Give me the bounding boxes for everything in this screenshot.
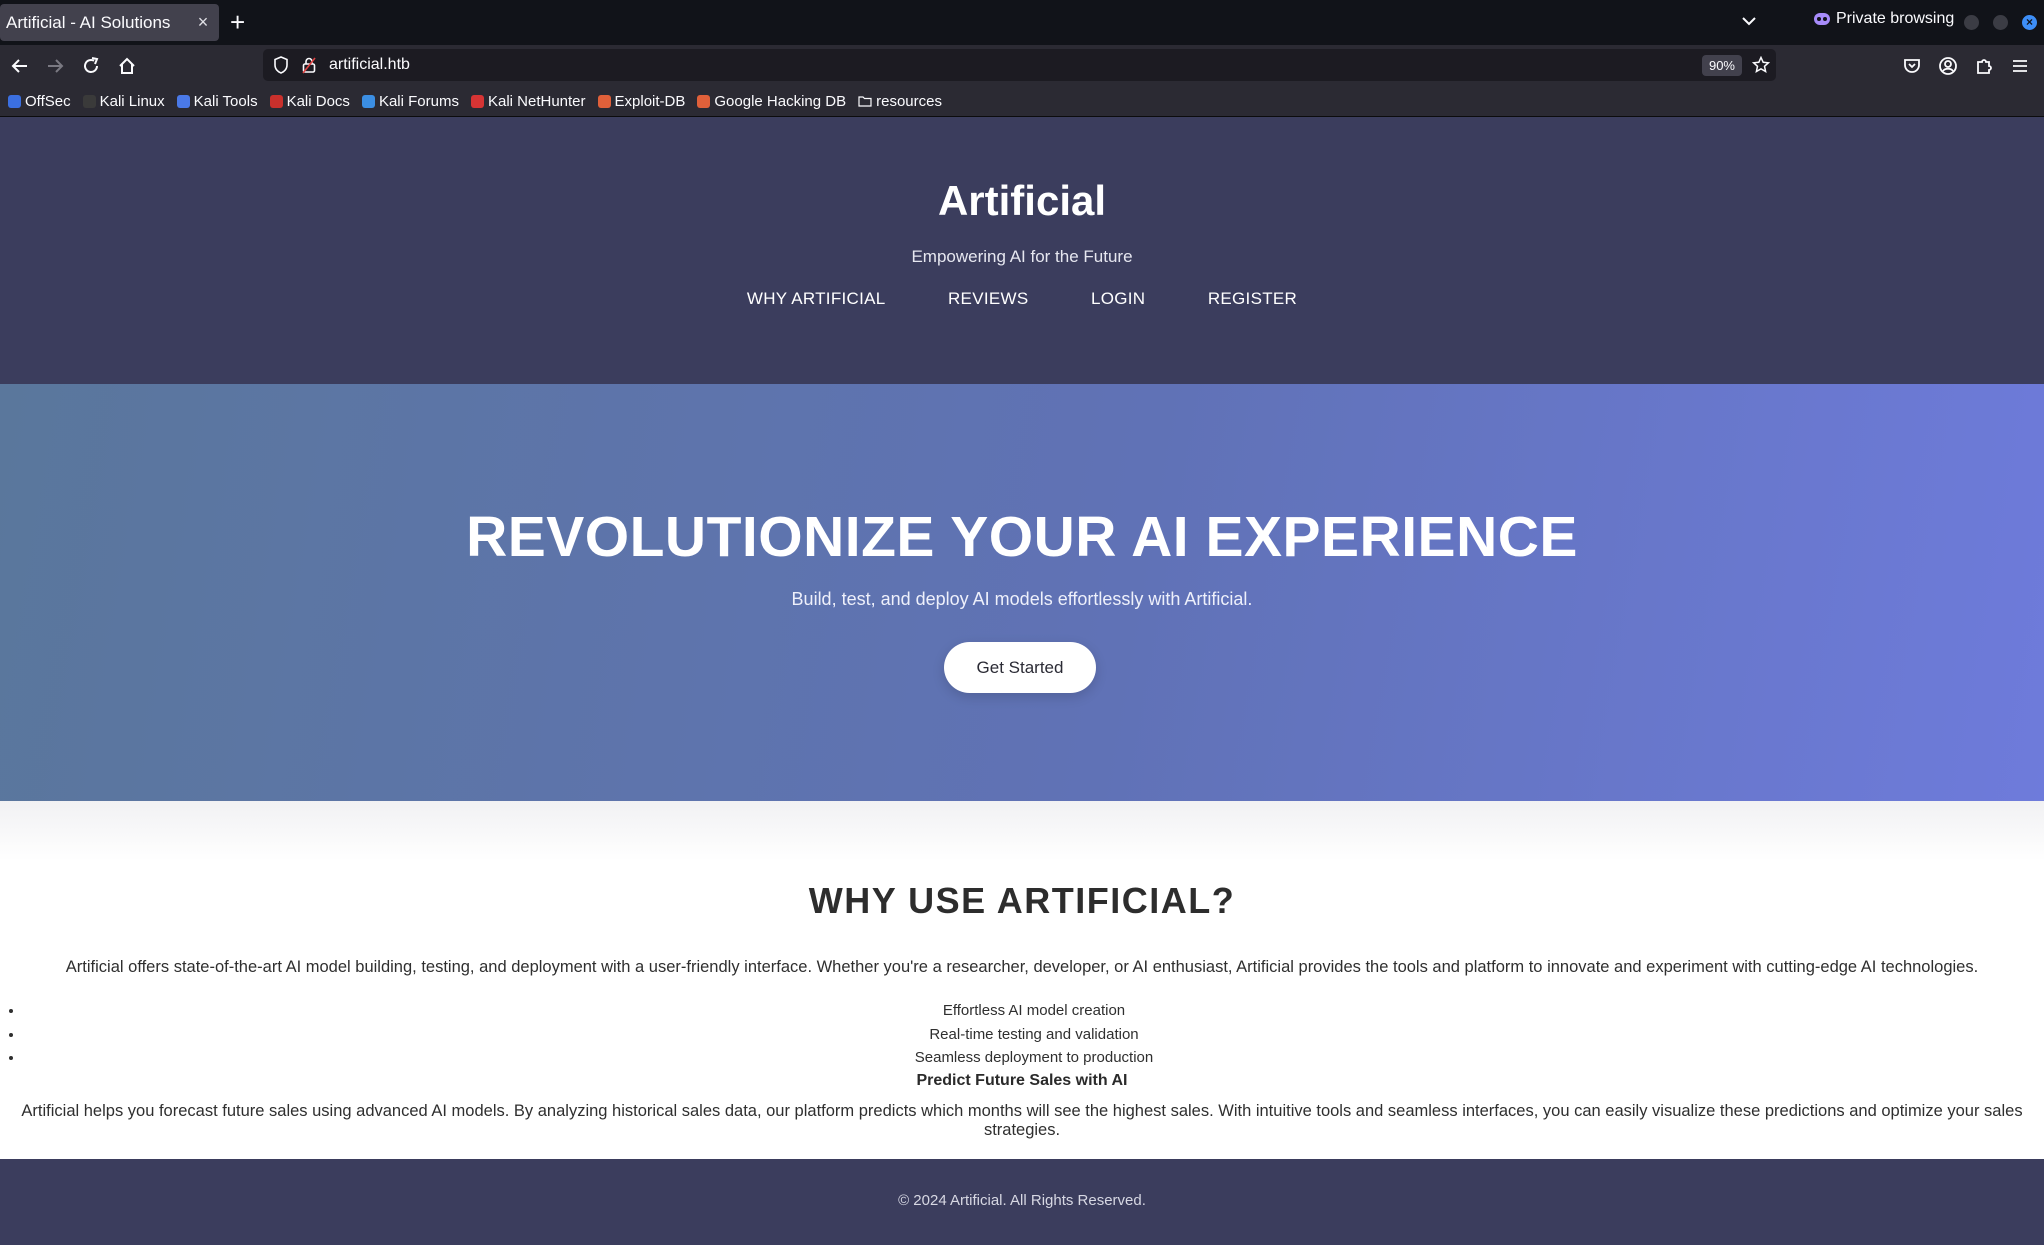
tab-close-icon[interactable]: × <box>191 12 215 33</box>
bookmark-item[interactable]: Google Hacking DB <box>697 93 846 110</box>
bookmark-favicon-icon <box>697 94 711 108</box>
bookmark-star-icon[interactable] <box>1752 56 1770 74</box>
bookmark-label: OffSec <box>25 92 71 110</box>
features-heading: WHY USE ARTIFICIAL? <box>808 880 1236 921</box>
nav-link-why-artificial[interactable]: WHY ARTIFICIAL <box>747 289 886 308</box>
features-list: Effortless AI model creation Real-time t… <box>0 999 2044 1070</box>
forward-arrow-icon[interactable] <box>44 55 66 77</box>
bookmark-item[interactable]: Kali Forums <box>361 92 459 110</box>
hero-subheading: Build, test, and deploy AI models effort… <box>791 589 1253 609</box>
bookmark-label: Exploit-DB <box>614 92 686 110</box>
back-arrow-icon[interactable] <box>9 55 31 77</box>
bookmark-favicon-icon <box>82 94 96 108</box>
site-title: Artificial <box>937 177 1107 224</box>
extensions-puzzle-icon[interactable] <box>1973 55 1995 77</box>
bookmark-favicon-icon <box>361 94 375 108</box>
why-artificial-section: WHY USE ARTIFICIAL? Artificial offers st… <box>0 801 2044 1162</box>
bookmark-label: Kali Linux <box>99 92 165 110</box>
minimize-window-button[interactable] <box>1964 15 1979 30</box>
list-item: Seamless deployment to production <box>24 1046 2044 1070</box>
get-started-button[interactable]: Get Started <box>944 642 1096 693</box>
bookmark-item[interactable]: Kali Linux <box>82 92 165 110</box>
section-shadow <box>0 801 2044 861</box>
site-nav: WHY ARTIFICIAL REVIEWS LOGIN REGISTER <box>0 289 2044 309</box>
bookmark-item[interactable]: Kali NetHunter <box>470 92 586 110</box>
reload-icon[interactable] <box>80 55 102 77</box>
web-page: Artificial Empowering AI for the Future … <box>0 117 2044 1245</box>
bookmark-item[interactable]: Kali Docs <box>269 92 350 110</box>
site-header: Artificial Empowering AI for the Future … <box>0 117 2044 384</box>
predict-sales-paragraph: Artificial helps you forecast future sal… <box>21 1102 2023 1139</box>
account-icon[interactable] <box>1937 55 1959 77</box>
nav-link-login[interactable]: LOGIN <box>1091 289 1145 308</box>
address-bar[interactable]: artificial.htb 90% <box>263 49 1776 81</box>
bookmarks-toolbar: OffSec Kali Linux Kali Tools Kali Docs Kali … <box>0 86 2044 117</box>
lock-icon[interactable] <box>301 56 317 74</box>
bookmark-favicon-icon <box>470 94 484 108</box>
new-tab-button[interactable]: + <box>230 8 245 36</box>
bookmark-favicon-icon <box>176 94 190 108</box>
browser-nav-bar: artificial.htb 90% <box>0 45 2044 86</box>
hero-heading: REVOLUTIONIZE YOUR AI EXPERIENCE <box>466 505 1578 569</box>
bookmark-label: Kali Docs <box>286 92 350 110</box>
bookmark-item[interactable]: resources <box>858 93 942 110</box>
private-mask-icon <box>1814 13 1830 25</box>
close-window-button[interactable]: × <box>2022 15 2037 30</box>
nav-link-register[interactable]: REGISTER <box>1208 289 1297 308</box>
bookmark-label: Kali Tools <box>193 92 258 110</box>
bookmark-item[interactable]: OffSec <box>8 93 71 110</box>
browser-tab-active[interactable]: Artificial - AI Solutions × <box>0 4 219 41</box>
predict-sales-heading: Predict Future Sales with AI <box>916 1072 1128 1089</box>
list-all-tabs-icon[interactable] <box>1738 10 1760 32</box>
nav-link-reviews[interactable]: REVIEWS <box>948 289 1029 308</box>
list-item: Real-time testing and validation <box>24 1023 2044 1047</box>
zoom-level-badge[interactable]: 90% <box>1701 54 1742 76</box>
bookmark-favicon-icon <box>8 94 21 108</box>
tracking-protection-shield-icon[interactable] <box>273 56 289 74</box>
pocket-icon[interactable] <box>1901 55 1923 77</box>
bookmark-item[interactable]: Exploit-DB <box>597 92 686 110</box>
bookmark-favicon-icon <box>597 94 611 108</box>
home-icon[interactable] <box>116 55 138 77</box>
bookmark-item[interactable]: Kali Tools <box>176 92 258 110</box>
hero-section: REVOLUTIONIZE YOUR AI EXPERIENCE Build, … <box>0 384 2044 801</box>
private-browsing-indicator: Private browsing <box>1814 10 1954 28</box>
bookmark-favicon-icon <box>269 94 283 108</box>
bookmark-label: resources <box>876 92 942 110</box>
site-footer: © 2024 Artificial. All Rights Reserved. <box>0 1159 2044 1245</box>
bookmark-label: Kali NetHunter <box>487 92 586 110</box>
private-browsing-label: Private browsing <box>1836 10 1955 27</box>
footer-copyright: © 2024 Artificial. All Rights Reserved. <box>898 1192 1146 1209</box>
menu-hamburger-icon[interactable] <box>2009 55 2031 77</box>
site-tagline: Empowering AI for the Future <box>911 247 1133 266</box>
bookmark-label: Kali Forums <box>378 92 459 110</box>
bookmark-label: Google Hacking DB <box>714 92 847 110</box>
tab-title: Artificial - AI Solutions <box>6 12 171 32</box>
url-text[interactable]: artificial.htb <box>329 56 1702 74</box>
maximize-window-button[interactable] <box>1993 15 2008 30</box>
folder-icon <box>858 96 872 107</box>
features-lead-paragraph: Artificial offers state-of-the-art AI mo… <box>65 958 1979 976</box>
list-item: Effortless AI model creation <box>24 999 2044 1023</box>
browser-tab-bar: Artificial - AI Solutions × + Private br… <box>0 0 2044 45</box>
